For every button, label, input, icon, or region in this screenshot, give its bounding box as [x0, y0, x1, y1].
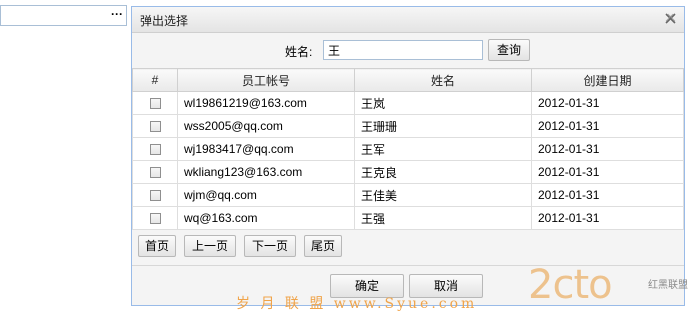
name-label: 姓名:	[285, 45, 313, 59]
date-cell: 2012-01-31	[531, 91, 684, 115]
row-select-cell	[132, 137, 178, 161]
table-row[interactable]: wkliang123@163.com 王克良 2012-01-31	[132, 160, 684, 184]
column-header-account[interactable]: 员工帐号	[177, 68, 355, 92]
more-button[interactable]: ···	[111, 7, 123, 21]
row-checkbox[interactable]	[149, 213, 161, 225]
row-checkbox[interactable]	[149, 121, 161, 133]
account-cell: wl19861219@163.com	[177, 91, 355, 115]
search-button[interactable]: 查询	[488, 39, 530, 61]
name-cell: 王珊珊	[354, 114, 532, 138]
row-checkbox[interactable]	[149, 144, 161, 156]
last-page-button[interactable]: 尾页	[304, 235, 342, 257]
row-checkbox[interactable]	[149, 98, 161, 110]
date-cell: 2012-01-31	[531, 160, 684, 184]
prev-page-button[interactable]: 上一页	[184, 235, 236, 257]
name-cell: 王岚	[354, 91, 532, 115]
table-row[interactable]: wj1983417@qq.com 王军 2012-01-31	[132, 137, 684, 161]
column-header-created-date[interactable]: 创建日期	[531, 68, 684, 92]
table-header-row: # 员工帐号 姓名 创建日期	[132, 68, 684, 92]
dialog-header: 弹出选择	[132, 7, 684, 33]
row-checkbox[interactable]	[149, 167, 161, 179]
employee-table: # 员工帐号 姓名 创建日期 wl19861219@163.com 王岚 201…	[132, 68, 684, 230]
dialog-title: 弹出选择	[140, 14, 189, 28]
name-cell: 王克良	[354, 160, 532, 184]
account-cell: wss2005@qq.com	[177, 114, 355, 138]
row-select-cell	[132, 114, 178, 138]
table-row[interactable]: wq@163.com 王强 2012-01-31	[132, 206, 684, 230]
search-row: 姓名: 查询	[132, 32, 684, 68]
first-page-button[interactable]: 首页	[138, 235, 176, 257]
close-icon[interactable]	[665, 13, 676, 24]
row-select-cell	[132, 91, 178, 115]
name-search-input[interactable]	[323, 40, 483, 60]
account-cell: wq@163.com	[177, 206, 355, 230]
name-cell: 王佳美	[354, 183, 532, 207]
date-cell: 2012-01-31	[531, 114, 684, 138]
date-cell: 2012-01-31	[531, 206, 684, 230]
date-cell: 2012-01-31	[531, 137, 684, 161]
row-select-cell	[132, 206, 178, 230]
account-cell: wj1983417@qq.com	[177, 137, 355, 161]
popup-dialog: 弹出选择 姓名: 查询 # 员工帐号 姓名 创建日期 wl19861219@16…	[131, 6, 685, 306]
table-row[interactable]: wjm@qq.com 王佳美 2012-01-31	[132, 183, 684, 207]
next-page-button[interactable]: 下一页	[244, 235, 296, 257]
row-select-cell	[132, 160, 178, 184]
account-cell: wjm@qq.com	[177, 183, 355, 207]
watermark-site: 岁 月 联 盟 www.Syue.com	[236, 296, 478, 312]
row-select-cell	[132, 183, 178, 207]
watermark-logo: 2cto	[528, 262, 613, 308]
account-cell: wkliang123@163.com	[177, 160, 355, 184]
watermark-logo-tag: 红黑联盟	[648, 280, 688, 291]
table-row[interactable]: wss2005@qq.com 王珊珊 2012-01-31	[132, 114, 684, 138]
name-cell: 王军	[354, 137, 532, 161]
name-cell: 王强	[354, 206, 532, 230]
table-row[interactable]: wl19861219@163.com 王岚 2012-01-31	[132, 91, 684, 115]
date-cell: 2012-01-31	[531, 183, 684, 207]
column-header-index: #	[132, 68, 178, 92]
row-checkbox[interactable]	[149, 190, 161, 202]
column-header-name[interactable]: 姓名	[354, 68, 532, 92]
selection-field[interactable]: ···	[0, 5, 127, 26]
